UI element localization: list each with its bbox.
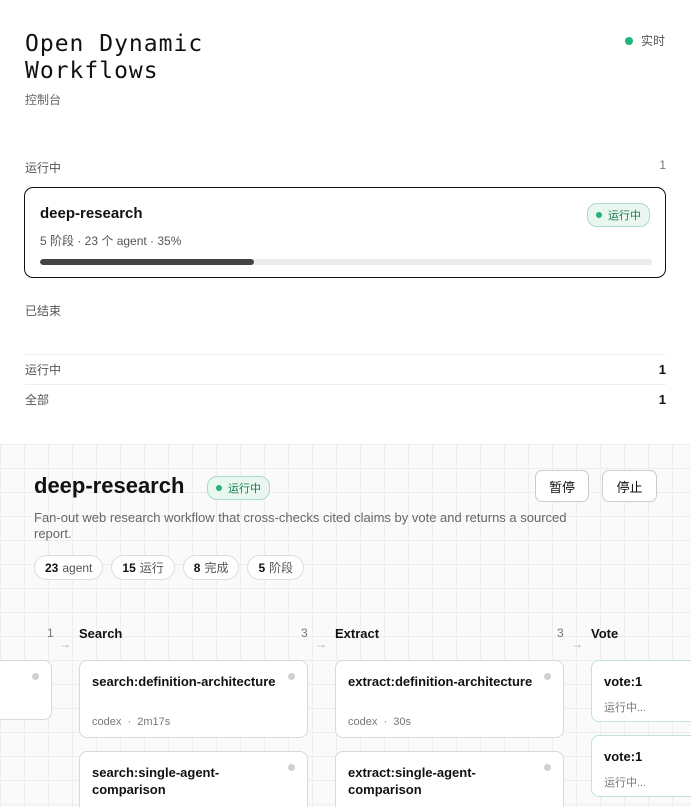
node-card[interactable]: extract:definition-architecture codex · … bbox=[335, 660, 564, 738]
node-status-dot-icon bbox=[544, 673, 551, 680]
chip-stages: 5 阶段 bbox=[247, 555, 305, 580]
node-status-dot-icon bbox=[288, 764, 295, 771]
stage-arrow-icon: → bbox=[571, 637, 583, 651]
node-status-text: 运行中... bbox=[604, 702, 647, 714]
app-subtitle: 控制台 bbox=[25, 93, 62, 107]
stage-count: 3 bbox=[557, 626, 564, 640]
node-meta: codex · 30s bbox=[348, 716, 412, 728]
dashboard-panel: Open Dynamic Workflows 控制台 实时 运行中 1 deep… bbox=[0, 0, 691, 444]
app-title-line1: Open Dynamic bbox=[25, 31, 204, 57]
node-title: search:single-agent-comparison bbox=[92, 765, 220, 797]
live-indicator: 实时 bbox=[624, 32, 665, 49]
pause-button[interactable]: 暂停 bbox=[535, 470, 589, 502]
app-title-line2: Workflows bbox=[25, 58, 159, 84]
node-status-dot-icon bbox=[544, 764, 551, 771]
app-title: Open Dynamic Workflows bbox=[25, 31, 245, 85]
stop-button[interactable]: 停止 bbox=[602, 470, 657, 502]
running-section-count: 1 bbox=[659, 158, 666, 172]
stage-header-search: Search bbox=[79, 626, 123, 641]
stat-label: 运行中 bbox=[25, 363, 62, 377]
node-card[interactable] bbox=[0, 660, 52, 720]
status-dot-icon bbox=[216, 485, 222, 491]
status-badge: 运行中 bbox=[587, 203, 650, 227]
status-dot-icon bbox=[596, 212, 602, 218]
stage-arrow-icon: → bbox=[59, 637, 71, 651]
status-badge-label: 运行中 bbox=[608, 210, 641, 222]
workflow-description: Fan-out web research workflow that cross… bbox=[34, 510, 567, 541]
node-card[interactable]: vote:1 运行中... bbox=[591, 735, 691, 797]
workflow-status-label: 运行中 bbox=[228, 483, 261, 495]
node-meta: codex · 2m17s bbox=[92, 716, 171, 728]
live-dot-icon bbox=[624, 36, 633, 45]
stat-row-all: 全部 1 bbox=[25, 384, 666, 414]
node-card[interactable]: search:definition-architecture codex · 2… bbox=[79, 660, 308, 738]
running-section-label: 运行中 bbox=[25, 161, 62, 175]
node-status-dot-icon bbox=[288, 673, 295, 680]
node-title: vote:1 bbox=[604, 749, 643, 764]
progress-bar-fill bbox=[40, 259, 255, 265]
stat-row-running: 运行中 1 bbox=[25, 354, 666, 384]
progress-bar bbox=[40, 259, 652, 265]
run-card[interactable]: deep-research 运行中 5 阶段 · 23 个 agent · 35… bbox=[24, 187, 666, 278]
chip-agents: 23 agent bbox=[34, 555, 104, 580]
node-status-text: 运行中... bbox=[604, 777, 647, 789]
chip-running: 15 运行 bbox=[111, 555, 175, 580]
stat-value: 1 bbox=[658, 362, 666, 377]
node-title: search:definition-architecture bbox=[92, 674, 276, 689]
stage-header-extract: Extract bbox=[335, 626, 380, 641]
workflow-stats-chips: 23 agent 15 运行 8 完成 5 阶段 bbox=[34, 555, 305, 580]
node-title: extract:definition-architecture bbox=[348, 674, 533, 689]
stat-value: 1 bbox=[658, 392, 666, 407]
chip-done: 8 完成 bbox=[182, 555, 240, 580]
workflow-detail-panel: deep-research 运行中 暂停 停止 Fan-out web rese… bbox=[0, 444, 691, 807]
live-label: 实时 bbox=[640, 34, 665, 48]
node-title: extract:single-agent-comparison bbox=[348, 765, 476, 797]
run-card-name: deep-research bbox=[40, 205, 143, 222]
stage-arrow-icon: → bbox=[315, 637, 327, 651]
stage-count: 1 bbox=[47, 626, 54, 640]
node-card[interactable]: extract:single-agent-comparison codex · … bbox=[335, 751, 564, 807]
ended-section-label: 已结束 bbox=[25, 304, 62, 318]
node-card[interactable]: vote:1 运行中... bbox=[591, 660, 691, 722]
node-card[interactable]: search:single-agent-comparison codex · 2… bbox=[79, 751, 308, 807]
workflow-title: deep-research bbox=[34, 473, 185, 498]
node-status-dot-icon bbox=[32, 673, 39, 680]
stat-label: 全部 bbox=[25, 393, 50, 407]
stage-count: 3 bbox=[301, 626, 308, 640]
node-title: vote:1 bbox=[604, 674, 643, 689]
run-card-meta: 5 阶段 · 23 个 agent · 35% bbox=[40, 234, 182, 248]
stage-header-vote: Vote bbox=[591, 626, 619, 641]
workflow-status-badge: 运行中 bbox=[207, 476, 270, 500]
